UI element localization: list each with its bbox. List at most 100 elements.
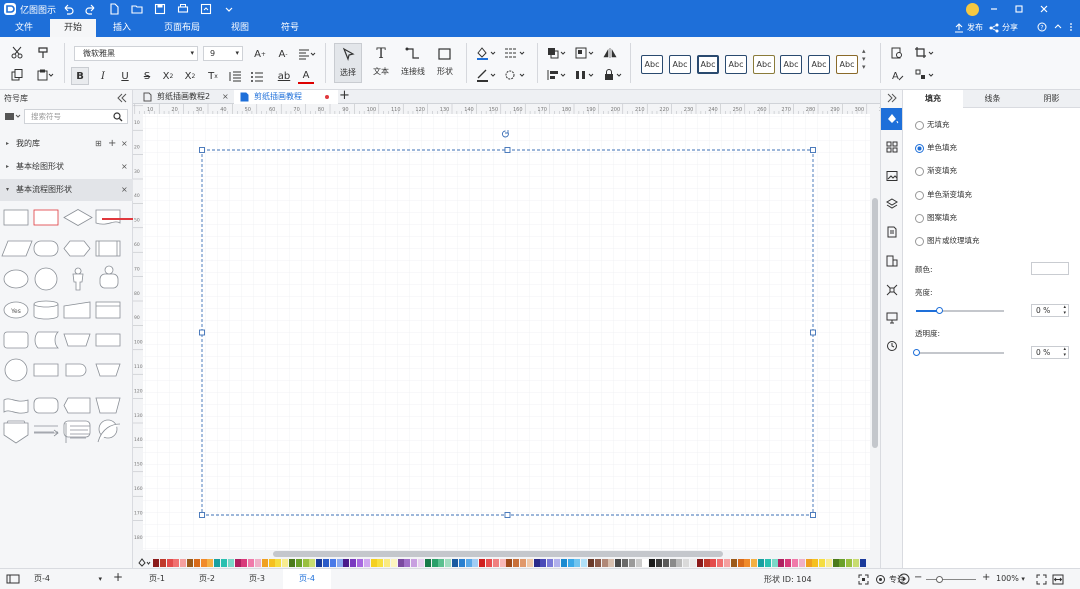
tab-line[interactable]: 线条: [963, 90, 1022, 108]
close-library-icon[interactable]: ×: [121, 179, 128, 201]
color-swatch[interactable]: [594, 559, 601, 567]
menu-tab-symbol[interactable]: 符号: [272, 19, 308, 37]
library-basic-flowchart[interactable]: ▾ 基本流程图形状 ×: [0, 179, 133, 201]
shadow-effect-icon[interactable]: [503, 68, 527, 82]
add-icon[interactable]: +: [108, 133, 116, 155]
color-swatch[interactable]: [757, 559, 764, 567]
decrease-font-icon[interactable]: A-: [275, 46, 291, 62]
card-shape[interactable]: [95, 301, 121, 319]
color-swatch[interactable]: [839, 559, 846, 567]
text-format-icon[interactable]: A: [890, 68, 904, 82]
color-swatch[interactable]: [492, 559, 499, 567]
style-swatch[interactable]: Abc: [725, 55, 747, 74]
color-swatch[interactable]: [717, 559, 724, 567]
color-swatch[interactable]: [200, 559, 207, 567]
terminator-shape[interactable]: [33, 240, 59, 257]
color-swatch[interactable]: [778, 559, 785, 567]
preparation-shape[interactable]: [63, 240, 91, 257]
resize-handle[interactable]: [810, 512, 816, 518]
color-swatch[interactable]: [574, 559, 581, 567]
color-swatch[interactable]: [153, 559, 159, 567]
color-swatch[interactable]: [805, 559, 812, 567]
color-swatch[interactable]: [588, 559, 594, 567]
color-swatch[interactable]: [723, 559, 730, 567]
new-tab-button[interactable]: +: [339, 88, 350, 103]
line-style-icon[interactable]: [503, 46, 527, 60]
zoom-in-button[interactable]: +: [982, 572, 990, 583]
more-icon[interactable]: [1066, 22, 1076, 32]
predefined-process-shape[interactable]: [95, 240, 121, 257]
color-swatch[interactable]: [853, 559, 860, 567]
color-swatch[interactable]: [322, 559, 329, 567]
color-swatch[interactable]: [404, 559, 411, 567]
rounded-process-shape[interactable]: [33, 397, 59, 414]
color-swatch[interactable]: [676, 559, 683, 567]
decision-shape[interactable]: [63, 209, 93, 226]
text-case-icon[interactable]: Tx: [205, 68, 221, 84]
collapse-ribbon-icon[interactable]: [1053, 22, 1063, 32]
page-selector[interactable]: 页-4 ▾: [30, 572, 104, 586]
search-icon[interactable]: [113, 112, 123, 122]
page-view-icon[interactable]: [6, 574, 20, 584]
color-swatch[interactable]: [608, 559, 615, 567]
color-swatch[interactable]: [812, 559, 819, 567]
tape-shape[interactable]: [33, 363, 59, 377]
color-swatch[interactable]: [180, 559, 187, 567]
copy-icon[interactable]: [10, 68, 24, 82]
focus-icon[interactable]: [875, 574, 886, 585]
color-swatch[interactable]: [547, 559, 554, 567]
undo-icon[interactable]: [62, 3, 74, 15]
ellipse-shape[interactable]: [3, 269, 29, 289]
color-swatch[interactable]: [533, 559, 540, 567]
color-swatch[interactable]: [282, 559, 289, 567]
style-swatch[interactable]: Abc: [753, 55, 775, 74]
align-icon[interactable]: [298, 47, 316, 61]
connector-circle-shape[interactable]: [4, 358, 28, 382]
color-swatch[interactable]: [526, 559, 533, 567]
close-icon[interactable]: [1039, 4, 1049, 14]
color-swatch[interactable]: [220, 559, 227, 567]
color-swatch[interactable]: [350, 559, 357, 567]
color-swatch[interactable]: [214, 559, 221, 567]
color-swatch[interactable]: [791, 559, 798, 567]
cut-icon[interactable]: [10, 46, 24, 60]
color-swatch[interactable]: [452, 559, 459, 567]
doc-tab-active[interactable]: 剪纸插画教程: [234, 90, 338, 104]
fill-bucket-icon[interactable]: [137, 558, 151, 568]
menu-tab-home[interactable]: 开始: [50, 19, 96, 37]
color-swatch[interactable]: [615, 559, 622, 567]
collapse-panel-icon[interactable]: [116, 93, 128, 103]
note-shape[interactable]: [65, 423, 90, 443]
resize-handle[interactable]: [199, 512, 205, 518]
color-swatch[interactable]: [635, 559, 642, 567]
process-shape-selected[interactable]: [33, 209, 59, 226]
color-swatch[interactable]: [649, 559, 656, 567]
color-swatch[interactable]: [241, 559, 248, 567]
font-color-icon[interactable]: A: [298, 68, 314, 84]
color-swatch[interactable]: [309, 559, 316, 567]
color-swatch[interactable]: [390, 559, 397, 567]
color-swatch[interactable]: [173, 559, 180, 567]
color-swatch[interactable]: [785, 559, 792, 567]
export-icon[interactable]: [200, 3, 212, 15]
process-shape[interactable]: [3, 209, 29, 226]
color-swatch[interactable]: [248, 559, 255, 567]
brightness-slider[interactable]: [916, 307, 1004, 314]
color-swatch[interactable]: [499, 559, 506, 567]
layers-icon[interactable]: [886, 198, 898, 210]
doc-tab[interactable]: 剪纸插画教程2 ×: [137, 90, 233, 104]
data-icon[interactable]: [886, 255, 898, 267]
off-page-connector-shape[interactable]: [3, 422, 29, 444]
color-swatch[interactable]: [479, 559, 486, 567]
cylinder-shape[interactable]: [33, 300, 59, 320]
maximize-icon[interactable]: [1014, 4, 1024, 14]
radio-single-gradient-fill[interactable]: 单色渐变填充: [915, 189, 972, 201]
resize-handle[interactable]: [810, 147, 816, 153]
zoom-slider-knob[interactable]: [936, 576, 943, 583]
replace-shape-icon[interactable]: [914, 68, 936, 82]
library-my-library[interactable]: ▸ 我的库 ⊞ + ×: [0, 133, 133, 155]
trapezoid-shape[interactable]: [95, 397, 121, 414]
color-picker[interactable]: [1031, 262, 1069, 275]
superscript-icon[interactable]: X2: [160, 68, 176, 84]
radio-solid-fill[interactable]: 单色填充: [915, 142, 957, 154]
